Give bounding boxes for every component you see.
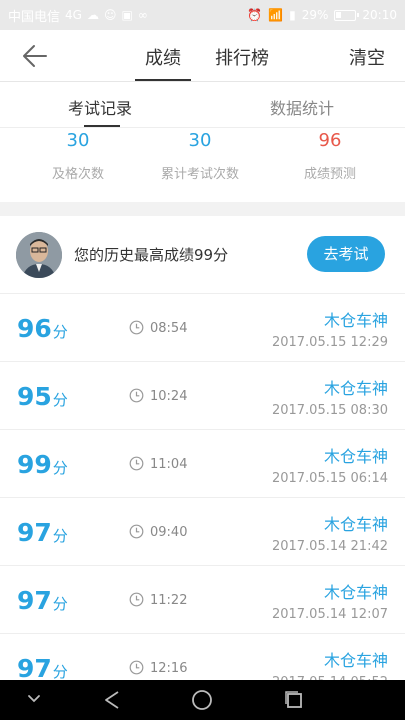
clear-button[interactable]: 清空 bbox=[349, 44, 385, 70]
cloud-icon: ☁ bbox=[86, 8, 99, 22]
score-value: 95 bbox=[17, 382, 52, 411]
record-user-name: 木仓车神 bbox=[323, 583, 388, 602]
back-nav-icon[interactable] bbox=[100, 688, 124, 712]
score-unit: 分 bbox=[52, 323, 68, 341]
exam-record-row[interactable]: 97分12:16木仓车神2017.05.14 05:52 bbox=[0, 634, 405, 680]
record-user-name: 木仓车神 bbox=[323, 447, 388, 466]
clock-icon bbox=[129, 320, 144, 335]
exam-record-row[interactable]: 97分 11:22 木仓车神 2017.05.14 12:07 bbox=[0, 566, 405, 634]
exam-record-row[interactable]: 95分 10:24 木仓车神 2017.05.15 08:30 bbox=[0, 362, 405, 430]
record-duration: 11:04 bbox=[150, 457, 188, 472]
system-nav-bar bbox=[0, 680, 405, 720]
score-unit: 分 bbox=[52, 459, 68, 477]
tab-exam-records[interactable]: 考试记录 bbox=[68, 95, 132, 119]
record-user-name: 木仓车神 bbox=[323, 311, 388, 330]
tab-data-statistics[interactable]: 数据统计 bbox=[270, 95, 334, 119]
battery-percent: 29% bbox=[301, 8, 329, 22]
carrier-label: 中国电信 bbox=[8, 9, 61, 25]
record-date: 2017.05.14 21:42 bbox=[271, 539, 388, 554]
wifi-icon: 📶 bbox=[268, 8, 284, 22]
score-unit: 分 bbox=[52, 663, 68, 680]
voicemail-icon: ∞ bbox=[137, 8, 148, 22]
top-header: 成绩 排行榜 清空 bbox=[0, 30, 405, 82]
sub-tabs: 考试记录 数据统计 bbox=[0, 82, 405, 128]
stat-value: 96 bbox=[318, 130, 342, 151]
clock-icon bbox=[129, 592, 144, 607]
stat-value: 30 bbox=[188, 130, 212, 151]
score-value: 96 bbox=[17, 314, 52, 343]
score-unit: 分 bbox=[52, 527, 68, 545]
active-subtab-indicator bbox=[84, 125, 120, 127]
score-value: 97 bbox=[17, 654, 52, 680]
record-score: 99分 bbox=[17, 450, 68, 479]
record-score: 97分 bbox=[17, 654, 68, 680]
clock-icon bbox=[129, 660, 144, 675]
stat-label: 成绩预测 bbox=[303, 167, 356, 182]
stat-pass-count: 30 及格次数 bbox=[13, 128, 143, 182]
best-score-row: 您的历史最高成绩99分 去考试 bbox=[0, 216, 405, 294]
arrow-left-icon bbox=[23, 45, 47, 67]
score-unit: 分 bbox=[52, 595, 68, 613]
record-score: 95分 bbox=[17, 382, 68, 411]
exam-record-row[interactable]: 96分 08:54 木仓车神 2017.05.15 12:29 bbox=[0, 294, 405, 362]
network-type-label: 4G bbox=[65, 8, 82, 22]
exam-record-row[interactable]: 99分 11:04 木仓车神 2017.05.15 06:14 bbox=[0, 430, 405, 498]
clock-icon bbox=[129, 388, 144, 403]
stat-label: 及格次数 bbox=[51, 167, 104, 182]
recent-apps-icon[interactable] bbox=[282, 688, 306, 712]
signal-icon: ▮ bbox=[289, 8, 296, 22]
go-exam-button[interactable]: 去考试 bbox=[307, 236, 385, 272]
stat-score-prediction: 96 成绩预测 bbox=[265, 128, 395, 182]
alarm-icon: ⏰ bbox=[247, 8, 263, 22]
record-user-name: 木仓车神 bbox=[323, 515, 388, 534]
clock-icon bbox=[129, 524, 144, 539]
record-duration: 10:24 bbox=[150, 389, 188, 404]
avatar[interactable] bbox=[16, 232, 62, 278]
score-value: 97 bbox=[17, 586, 52, 615]
exam-record-row[interactable]: 97分 09:40 木仓车神 2017.05.14 21:42 bbox=[0, 498, 405, 566]
active-tab-indicator bbox=[135, 79, 191, 81]
record-date: 2017.05.15 08:30 bbox=[271, 403, 388, 418]
stats-panel: 30 及格次数 30 累计考试次数 96 成绩预测 bbox=[0, 128, 405, 202]
record-duration: 08:54 bbox=[150, 321, 188, 336]
record-date: 2017.05.15 12:29 bbox=[271, 335, 388, 350]
stat-value: 30 bbox=[66, 130, 90, 151]
clock-time: 20:10 bbox=[362, 8, 397, 22]
tab-score[interactable]: 成绩 bbox=[145, 44, 181, 70]
image-notification-icon: ▣ bbox=[121, 8, 133, 22]
record-user-name: 木仓车神 bbox=[323, 379, 388, 398]
record-user-name: 木仓车神 bbox=[323, 651, 388, 670]
stat-total-exams: 30 累计考试次数 bbox=[135, 128, 265, 182]
best-score-text: 您的历史最高成绩99分 bbox=[74, 246, 229, 264]
record-date: 2017.05.14 12:07 bbox=[271, 607, 388, 622]
record-date: 2017.05.15 06:14 bbox=[271, 471, 388, 486]
score-value: 99 bbox=[17, 450, 52, 479]
battery-icon bbox=[334, 9, 360, 21]
tab-ranking[interactable]: 排行榜 bbox=[215, 44, 269, 70]
score-value: 97 bbox=[17, 518, 52, 547]
record-score: 97分 bbox=[17, 586, 68, 615]
home-nav-icon[interactable] bbox=[190, 688, 214, 712]
collapse-icon[interactable] bbox=[26, 692, 42, 706]
record-duration: 11:22 bbox=[150, 593, 188, 608]
record-score: 96分 bbox=[17, 314, 68, 343]
back-button[interactable] bbox=[20, 42, 50, 70]
user-photo-icon bbox=[16, 232, 62, 278]
record-duration: 09:40 bbox=[150, 525, 188, 540]
stat-label: 累计考试次数 bbox=[160, 167, 239, 182]
score-unit: 分 bbox=[52, 391, 68, 409]
exam-records-list: 96分 08:54 木仓车神 2017.05.15 12:29 95分 10:24 木仓车神… bbox=[0, 294, 405, 680]
clock-icon bbox=[129, 456, 144, 471]
record-duration: 12:16 bbox=[150, 661, 188, 676]
status-bar: 中国电信 4G ☁ ☺ ▣ ∞ ⏰ 📶 ▮ 29% 20:10 bbox=[0, 0, 405, 30]
record-score: 97分 bbox=[17, 518, 68, 547]
app-notification-icon: ☺ bbox=[103, 8, 117, 22]
